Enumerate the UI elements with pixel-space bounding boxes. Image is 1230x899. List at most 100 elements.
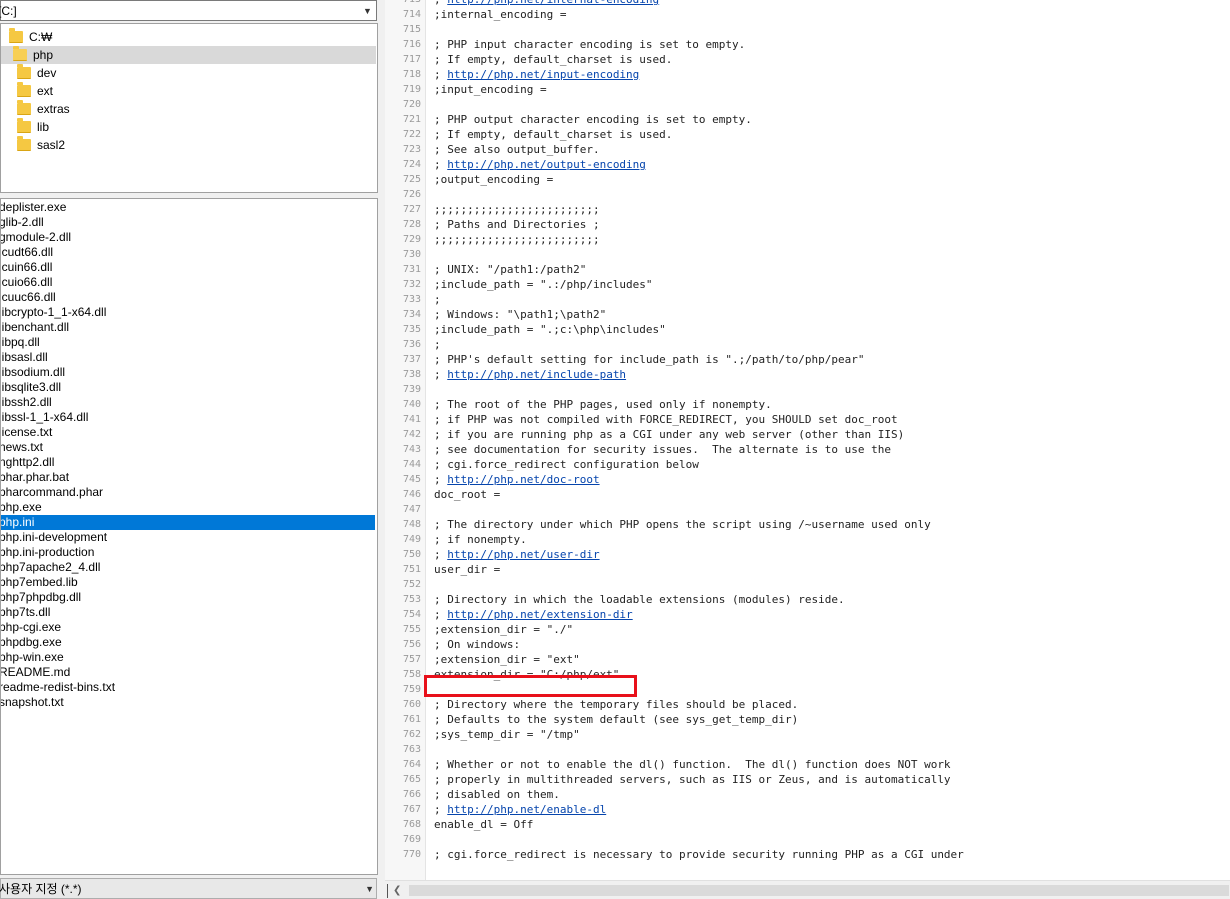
file-list-item[interactable]: gmodule-2.dll bbox=[1, 230, 375, 245]
file-list-item[interactable]: phar.phar.bat bbox=[1, 470, 375, 485]
file-list-item[interactable]: news.txt bbox=[1, 440, 375, 455]
doc-link[interactable]: http://php.net/input-encoding bbox=[447, 68, 639, 81]
line-number: 753 bbox=[402, 594, 421, 605]
line-text: ; Defaults to the system default (see sy… bbox=[434, 712, 798, 727]
file-list-item[interactable]: snapshot.txt bbox=[1, 695, 375, 710]
scrollbar-thumb[interactable] bbox=[409, 885, 1229, 896]
file-list-item[interactable]: libssh2.dll bbox=[1, 395, 375, 410]
folder-tree-item[interactable]: sasl2 bbox=[1, 136, 65, 154]
scroll-left-icon[interactable]: ❮ bbox=[393, 881, 401, 899]
line-text: ; The directory under which PHP opens th… bbox=[434, 517, 931, 532]
file-list-item[interactable]: php7ts.dll bbox=[1, 605, 375, 620]
file-list-item[interactable]: libenchant.dll bbox=[1, 320, 375, 335]
doc-link[interactable]: http://php.net/include-path bbox=[447, 368, 626, 381]
line-text: ; http://php.net/output-encoding bbox=[434, 157, 646, 172]
folder-tree-item[interactable]: extras bbox=[1, 100, 70, 118]
line-text: ; if you are running php as a CGI under … bbox=[434, 427, 904, 442]
file-list-item[interactable]: libsodium.dll bbox=[1, 365, 375, 380]
drive-select[interactable]: [C:] ▼ bbox=[0, 0, 377, 21]
line-code: ; if you are running php as a CGI under … bbox=[434, 428, 905, 441]
line-number: 757 bbox=[402, 654, 421, 665]
folder-tree-item[interactable]: dev bbox=[1, 64, 56, 82]
file-list-item[interactable]: pharcommand.phar bbox=[1, 485, 375, 500]
file-type-filter-label: 사용자 지정 (*.*) bbox=[0, 882, 82, 896]
file-list-item[interactable]: icuin66.dll bbox=[1, 260, 375, 275]
file-list-item[interactable]: icuuc66.dll bbox=[1, 290, 375, 305]
file-list-item[interactable]: libssl-1_1-x64.dll bbox=[1, 410, 375, 425]
doc-link[interactable]: http://php.net/user-dir bbox=[447, 548, 599, 561]
code-line: 765 ; properly in multithreaded servers, … bbox=[385, 772, 1230, 787]
file-list-item[interactable]: icuio66.dll bbox=[1, 275, 375, 290]
code-line: 733; bbox=[385, 292, 1230, 307]
line-code: ; Paths and Directories ; bbox=[434, 218, 600, 231]
file-list-item[interactable]: nghttp2.dll bbox=[1, 455, 375, 470]
file-list-item[interactable]: glib-2.dll bbox=[1, 215, 375, 230]
line-number: 742 bbox=[402, 429, 421, 440]
line-code: ;include_path = ".:/php/includes" bbox=[434, 278, 653, 291]
file-list-item[interactable]: php.ini bbox=[1, 515, 375, 530]
file-list-item[interactable]: libcrypto-1_1-x64.dll bbox=[1, 305, 375, 320]
file-list-item[interactable]: php.exe bbox=[1, 500, 375, 515]
file-list-item[interactable]: php-win.exe bbox=[1, 650, 375, 665]
doc-link[interactable]: http://php.net/extension-dir bbox=[447, 608, 632, 621]
folder-icon bbox=[13, 46, 27, 61]
line-code: ;extension_dir = "./" bbox=[434, 623, 574, 636]
folder-tree-item[interactable]: ext bbox=[1, 82, 53, 100]
line-text: ; bbox=[434, 337, 441, 352]
folder-tree-item[interactable]: lib bbox=[1, 118, 49, 136]
line-code: ; PHP output character encoding is set t… bbox=[434, 113, 752, 126]
file-list-item[interactable]: README.md bbox=[1, 665, 375, 680]
line-code: ; see documentation for security issues.… bbox=[434, 443, 891, 456]
code-line: 747 bbox=[385, 502, 1230, 517]
file-list-item[interactable]: php7embed.lib bbox=[1, 575, 375, 590]
doc-link[interactable]: http://php.net/doc-root bbox=[447, 473, 599, 486]
line-number: 727 bbox=[402, 204, 421, 215]
folder-tree-item[interactable]: php bbox=[1, 46, 376, 64]
file-list-item[interactable]: php7phpdbg.dll bbox=[1, 590, 375, 605]
line-number: 731 bbox=[402, 264, 421, 275]
file-list-item[interactable]: php-cgi.exe bbox=[1, 620, 375, 635]
file-list-item[interactable]: readme-redist-bins.txt bbox=[1, 680, 375, 695]
line-number: 741 bbox=[402, 414, 421, 425]
line-text: ;include_path = ".:/php/includes" bbox=[434, 277, 653, 292]
file-list-item[interactable]: phpdbg.exe bbox=[1, 635, 375, 650]
line-code: enable_dl = Off bbox=[434, 818, 534, 831]
folder-tree-item-label: dev bbox=[37, 66, 57, 80]
file-list-item[interactable]: php.ini-production bbox=[1, 545, 375, 560]
file-list-item[interactable]: libpq.dll bbox=[1, 335, 375, 350]
line-code: ; bbox=[434, 803, 448, 816]
file-list-item[interactable]: deplister.exe bbox=[1, 200, 375, 215]
line-number: 728 bbox=[402, 219, 421, 230]
line-text: ; Windows: "\path1;\path2" bbox=[434, 307, 606, 322]
file-type-filter-select[interactable]: 사용자 지정 (*.*) ▼ bbox=[0, 878, 377, 899]
line-text: ; On windows: bbox=[434, 637, 520, 652]
file-list-item[interactable]: libsqlite3.dll bbox=[1, 380, 375, 395]
code-line: 750; http://php.net/user-dir bbox=[385, 547, 1230, 562]
file-list: deplister.exe glib-2.dll gmodule-2.dll icud… bbox=[0, 198, 378, 875]
line-number: 748 bbox=[402, 519, 421, 530]
line-text: ; See also output_buffer. bbox=[434, 142, 600, 157]
code-line: 734 ; Windows: "\path1;\path2" bbox=[385, 307, 1230, 322]
chevron-down-icon[interactable]: ▼ bbox=[365, 879, 374, 898]
code-line: 762 ;sys_temp_dir = "/tmp" bbox=[385, 727, 1230, 742]
doc-link[interactable]: http://php.net/output-encoding bbox=[447, 158, 646, 171]
doc-link[interactable]: http://php.net/enable-dl bbox=[447, 803, 606, 816]
code-line: 727;;;;;;;;;;;;;;;;;;;;;;;;; bbox=[385, 202, 1230, 217]
line-text: ; http://php.net/extension-dir bbox=[434, 607, 633, 622]
file-list-item[interactable]: license.txt bbox=[1, 425, 375, 440]
file-list-item[interactable]: libsasl.dll bbox=[1, 350, 375, 365]
file-list-item[interactable]: php7apache2_4.dll bbox=[1, 560, 375, 575]
file-list-item[interactable]: php.ini-development bbox=[1, 530, 375, 545]
code-line: 714 ;internal_encoding = bbox=[385, 7, 1230, 22]
chevron-down-icon[interactable]: ▼ bbox=[359, 1, 376, 20]
folder-tree-item[interactable]: C:₩ bbox=[1, 28, 52, 46]
line-text: ; Directory where the temporary files sh… bbox=[434, 697, 798, 712]
line-text: ; Directory in which the loadable extens… bbox=[434, 592, 845, 607]
doc-link[interactable]: http://php.net/internal-encoding bbox=[447, 0, 659, 6]
line-number: 764 bbox=[402, 759, 421, 770]
code-editor[interactable]: 713; http://php.net/internal-encoding714… bbox=[385, 0, 1230, 880]
line-number: 721 bbox=[402, 114, 421, 125]
code-line: 726 bbox=[385, 187, 1230, 202]
horizontal-scrollbar[interactable]: ❮ bbox=[385, 880, 1230, 899]
file-list-item[interactable]: icudt66.dll bbox=[1, 245, 375, 260]
